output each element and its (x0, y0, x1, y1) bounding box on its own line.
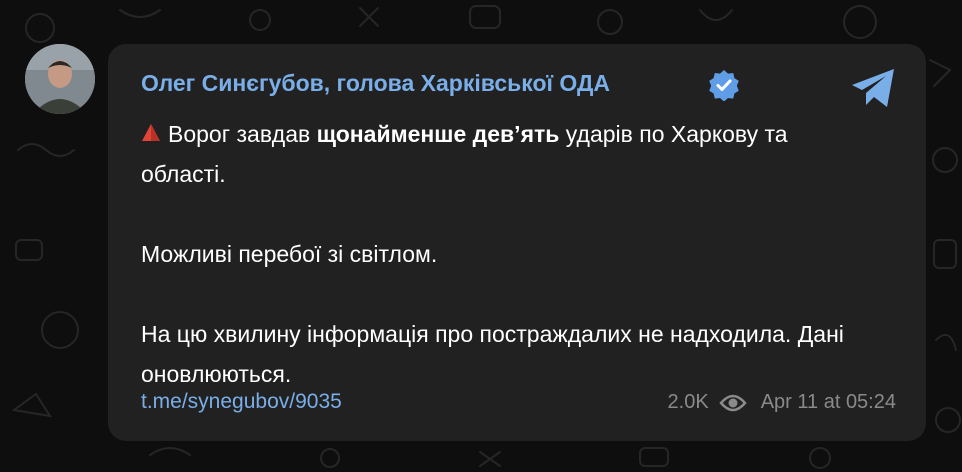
message-bubble: Олег Синєгубов, голова Харківської ОДА В… (108, 44, 926, 441)
eye-icon (719, 394, 747, 411)
verified-badge-icon (709, 70, 739, 101)
message-text: Ворог завдав щонайменше дев’ять ударів п… (141, 114, 861, 394)
message-meta: 2.0K Apr 11 at 05:24 (668, 391, 896, 414)
text-intro: Ворог завдав (168, 121, 317, 147)
red-triangle-icon (142, 124, 160, 141)
paragraph-1: Ворог завдав щонайменше дев’ять ударів п… (141, 114, 861, 194)
paragraph-3: На цю хвилину інформація про постраждали… (141, 321, 844, 387)
paragraph-2: Можливі перебої зі світлом. (141, 241, 438, 267)
text-emphasis: щонайменше дев’ять (316, 121, 560, 147)
timestamp: Apr 11 at 05:24 (760, 391, 896, 413)
post-link[interactable]: t.me/synegubov/9035 (141, 390, 342, 414)
view-count: 2.0K (667, 391, 709, 413)
author-name[interactable]: Олег Синєгубов, голова Харківської ОДА (141, 70, 610, 97)
channel-avatar[interactable] (25, 44, 95, 114)
telegram-share-icon[interactable] (848, 66, 898, 110)
person-photo (25, 44, 95, 114)
